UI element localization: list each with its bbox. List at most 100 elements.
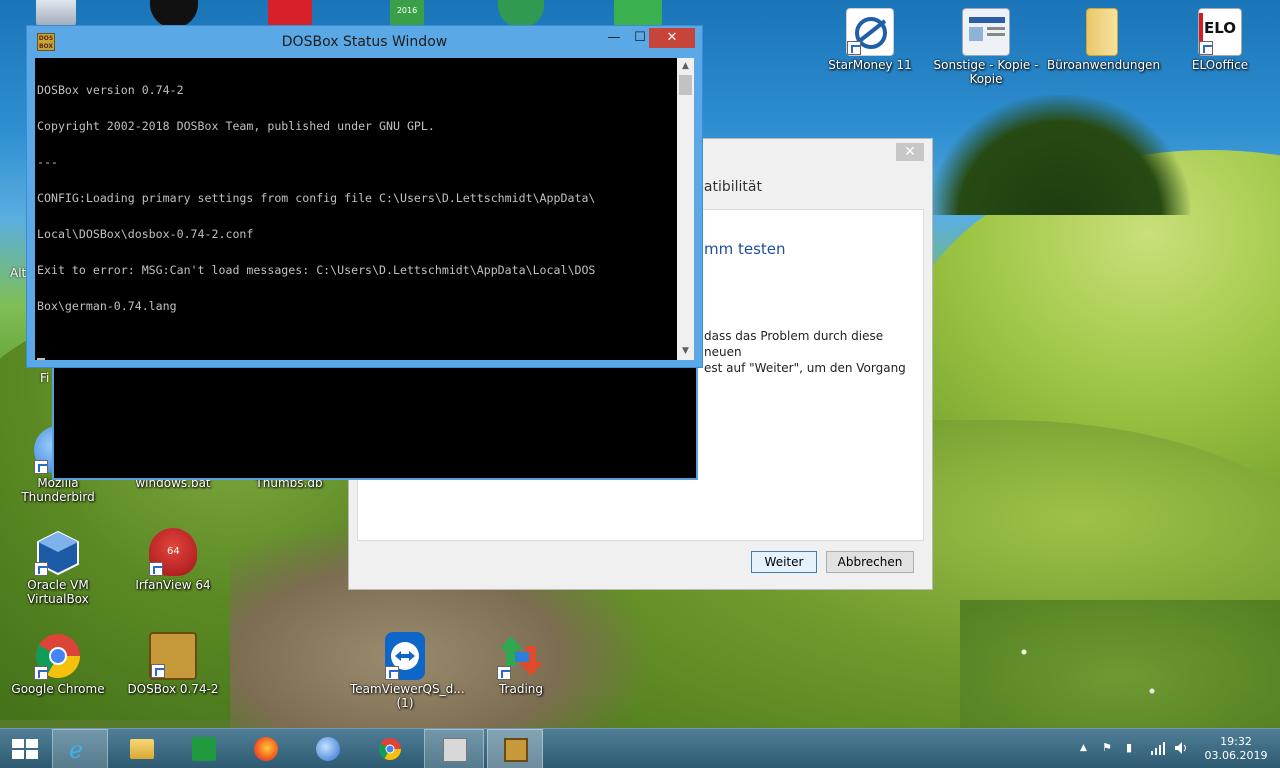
console-line: Exit to error: MSG:Can't load messages: … <box>37 263 596 277</box>
office-2016-icon[interactable]: 2016 <box>390 0 424 28</box>
scanner-icon <box>443 738 467 762</box>
wizard-close-button[interactable]: ✕ <box>896 143 924 161</box>
wallpaper-forest <box>930 95 1190 215</box>
cancel-button[interactable]: Abbrechen <box>826 551 914 573</box>
taskbar-firefox[interactable] <box>238 729 294 768</box>
desktop-icon-sonstige[interactable]: Sonstige - Kopie - Kopie <box>931 8 1041 86</box>
console-line: Box\german-0.74.lang <box>37 299 177 313</box>
desktop-icon-label: Google Chrome <box>11 682 105 696</box>
battery-icon[interactable]: ▮ <box>1126 741 1132 754</box>
action-center-flag-icon[interactable]: ⚑ <box>1102 741 1112 754</box>
window-titlebar[interactable]: DOS BOX DOSBox Status Window — ☐ ✕ <box>27 26 702 56</box>
desktop-icon-google-chrome[interactable]: Google Chrome <box>3 632 113 696</box>
wizard-header: patibilität <box>695 179 762 195</box>
console-output[interactable]: DOSBox version 0.74-2 Copyright 2002-201… <box>35 58 677 360</box>
elo-icon: ELO <box>1198 8 1242 56</box>
console-line: Local\DOSBox\dosbox-0.74-2.conf <box>37 227 254 241</box>
desktop-icon-label: IrfanView 64 <box>135 578 211 592</box>
desktop-icon-virtualbox[interactable]: Oracle VM VirtualBox <box>3 528 113 606</box>
wizard-description: dass das Problem durch diese neuen est a… <box>704 328 923 376</box>
desktop-icon-bueroanwendungen[interactable]: Büroanwendungen <box>1047 8 1161 72</box>
taskbar-chrome[interactable] <box>362 729 418 768</box>
irfanview-icon: 64 <box>149 528 197 576</box>
internet-explorer-icon: e <box>69 736 84 764</box>
desktop-icon-label: DOSBox 0.74-2 <box>127 682 219 696</box>
shortcut-arrow-icon <box>497 666 511 680</box>
wallpaper-flowers <box>960 600 1280 728</box>
volume-icon[interactable] <box>1174 741 1190 758</box>
trading-arrows-icon <box>497 632 545 680</box>
wizard-title: mm testen <box>704 240 786 258</box>
shortcut-arrow-icon <box>151 664 165 678</box>
green-app-icon[interactable] <box>614 0 662 28</box>
windows-logo-icon <box>12 739 38 759</box>
network-signal-icon[interactable] <box>1150 741 1166 758</box>
desktop-icon-label: Oracle VM VirtualBox <box>27 578 89 606</box>
taskbar-clock[interactable]: 19:32 03.06.2019 <box>1200 735 1272 763</box>
vertical-scrollbar[interactable]: ▲ ▼ <box>677 58 694 360</box>
taskbar-store[interactable] <box>176 729 232 768</box>
taskbar-internet-explorer[interactable]: e <box>52 729 108 768</box>
tray-chevron-icon[interactable]: ▲ <box>1080 743 1087 753</box>
partial-label-alt: Alt <box>10 266 27 280</box>
virtualbox-icon <box>34 528 82 576</box>
taskbar: e ▲ ⚑ ▮ 19:32 03.06.2019 <box>0 728 1280 768</box>
shortcut-arrow-icon <box>34 562 48 576</box>
scroll-up-arrow-icon[interactable]: ▲ <box>677 58 694 75</box>
wizard-text-line: dass das Problem durch diese neuen <box>704 329 884 359</box>
dosbox-icon <box>504 738 528 762</box>
desktop-icon-label: Büroanwendungen <box>1047 58 1161 72</box>
app-icon-red[interactable] <box>268 0 312 28</box>
taskbar-thunderbird[interactable] <box>300 729 356 768</box>
start-button[interactable] <box>0 729 56 768</box>
chrome-icon <box>34 632 82 680</box>
clock-date: 03.06.2019 <box>1204 749 1268 762</box>
taskbar-scanner[interactable] <box>424 729 484 768</box>
folder-icon <box>130 739 154 759</box>
thunderbird-icon <box>316 737 340 761</box>
desktop-icon-label: Mozilla Thunderbird <box>21 476 95 504</box>
recycle-bin-icon[interactable] <box>36 0 76 28</box>
next-button[interactable]: Weiter <box>751 551 817 573</box>
desktop-icon-teamviewer[interactable]: TeamViewerQS_d... (1) <box>350 632 465 710</box>
dosbox-render-window[interactable] <box>52 355 698 480</box>
desktop-icon-trading[interactable]: Trading <box>466 632 576 696</box>
desktop-icon-label: Trading <box>498 682 544 696</box>
desktop-icon-label: ELOoffice <box>1191 58 1249 72</box>
starmoney-icon <box>846 8 894 56</box>
desktop-icon-label: Sonstige - Kopie - Kopie <box>933 58 1039 86</box>
shortcut-arrow-icon <box>385 666 399 680</box>
shortcut-arrow-icon <box>1199 41 1213 55</box>
document-window-icon <box>962 8 1010 56</box>
desktop-icon-starmoney[interactable]: StarMoney 11 <box>815 8 925 72</box>
dosbox-status-window[interactable]: DOS BOX DOSBox Status Window — ☐ ✕ DOSBo… <box>26 25 703 368</box>
office-2016-label: 2016 <box>396 6 418 15</box>
close-button[interactable]: ✕ <box>649 28 695 48</box>
taskbar-file-explorer[interactable] <box>114 729 170 768</box>
chrome-icon <box>378 737 402 761</box>
shortcut-arrow-icon <box>34 666 48 680</box>
folder-icon <box>1086 8 1118 56</box>
scroll-down-arrow-icon[interactable]: ▼ <box>677 343 694 360</box>
shortcut-arrow-icon <box>34 460 48 474</box>
clock-time: 19:32 <box>1220 735 1252 748</box>
teamviewer-icon <box>385 632 425 680</box>
minimize-button[interactable]: — <box>601 28 627 48</box>
elo-badge: ELO <box>1203 19 1237 37</box>
desktop-icon-label: StarMoney 11 <box>828 58 912 72</box>
taskbar-dosbox[interactable] <box>487 729 543 768</box>
system-tray: ▲ ⚑ ▮ <box>1076 741 1196 757</box>
console-line: DOSBox version 0.74-2 <box>37 83 184 97</box>
partial-label-fi: Fi <box>40 371 50 385</box>
desktop-icon-elooffice[interactable]: ELO ELOoffice <box>1165 8 1275 72</box>
console-line: Copyright 2002-2018 DOSBox Team, publish… <box>37 119 435 133</box>
console-line: --- <box>37 155 58 169</box>
store-icon <box>192 737 216 761</box>
irfanview-badge: 64 <box>167 546 180 557</box>
shortcut-arrow-icon <box>149 562 163 576</box>
firefox-icon <box>254 737 278 761</box>
text-cursor <box>37 358 45 360</box>
desktop-icon-dosbox[interactable]: DOSBox 0.74-2 <box>118 632 228 696</box>
scrollbar-thumb[interactable] <box>679 75 692 95</box>
desktop-icon-irfanview[interactable]: 64 IrfanView 64 <box>118 528 228 592</box>
